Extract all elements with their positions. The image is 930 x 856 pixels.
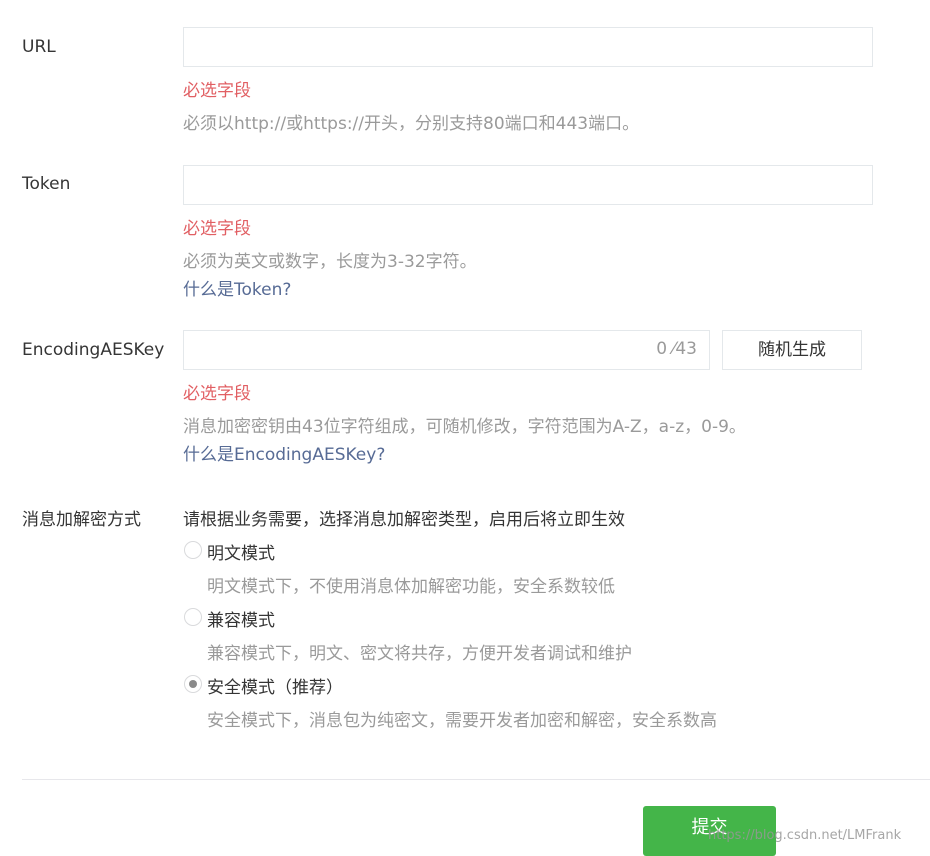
generate-key-button[interactable]: 随机生成 (722, 330, 862, 370)
token-input[interactable] (183, 165, 873, 205)
footer-divider (22, 779, 930, 780)
encryption-label: 消息加解密方式 (22, 510, 141, 530)
radio-selected-dot (189, 680, 197, 688)
url-label: URL (22, 37, 56, 57)
url-error: 必选字段 (183, 81, 251, 101)
config-form-page: URL 必选字段 必须以http://或https://开头，分别支持80端口和… (0, 0, 930, 856)
compatible-mode-label[interactable]: 兼容模式 (207, 606, 275, 631)
token-error: 必选字段 (183, 219, 251, 239)
token-help-link[interactable]: 什么是Token? (183, 275, 291, 300)
url-input[interactable] (183, 27, 873, 67)
radio-plaintext-mode[interactable] (184, 541, 202, 559)
secure-mode-tip: 安全模式下，消息包为纯密文，需要开发者加密和解密，安全系数高 (207, 711, 717, 731)
aeskey-help-link[interactable]: 什么是EncodingAESKey? (183, 440, 385, 465)
token-label: Token (22, 174, 71, 194)
secure-mode-label[interactable]: 安全模式（推荐） (207, 673, 343, 698)
aeskey-label: EncodingAESKey (22, 340, 165, 360)
plaintext-mode-label[interactable]: 明文模式 (207, 539, 275, 564)
watermark-text: https://blog.csdn.net/LMFrank (708, 828, 902, 843)
radio-circle (184, 541, 202, 559)
aeskey-tip: 消息加密密钥由43位字符组成，可随机修改，字符范围为A-Z，a-z，0-9。 (183, 417, 746, 437)
aeskey-char-counter: 0 ⁄43 (656, 339, 697, 359)
plaintext-mode-tip: 明文模式下，不使用消息体加解密功能，安全系数较低 (207, 577, 615, 597)
radio-compatible-mode[interactable] (184, 608, 202, 626)
radio-secure-mode[interactable] (184, 675, 202, 693)
aeskey-input[interactable]: 0 ⁄43 (183, 330, 710, 370)
radio-circle (184, 608, 202, 626)
token-tip: 必须为英文或数字，长度为3-32字符。 (183, 252, 477, 272)
compatible-mode-tip: 兼容模式下，明文、密文将共存，方便开发者调试和维护 (207, 644, 632, 664)
url-tip: 必须以http://或https://开头，分别支持80端口和443端口。 (183, 114, 640, 134)
aeskey-error: 必选字段 (183, 384, 251, 404)
encryption-description: 请根据业务需要，选择消息加解密类型，启用后将立即生效 (183, 510, 625, 530)
